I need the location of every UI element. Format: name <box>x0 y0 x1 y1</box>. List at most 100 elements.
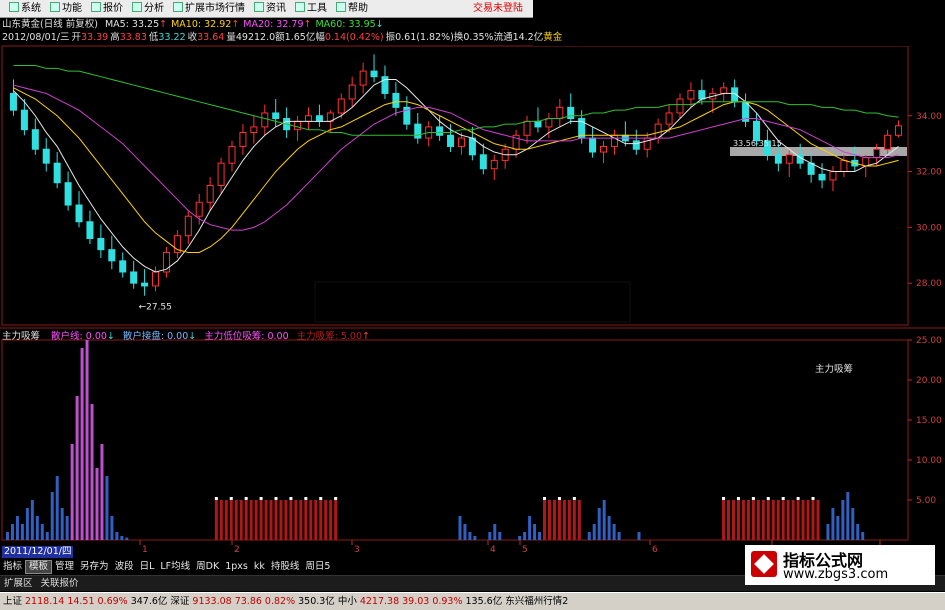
trade-status[interactable]: 交易未登陆 <box>473 0 523 17</box>
tab-0[interactable]: 扩展区 <box>0 576 37 591</box>
ind-y-tick-label: 25.00 <box>916 336 942 346</box>
stock-title: 山东黄金(日线 前复权) <box>2 19 98 30</box>
indicator-dot <box>259 497 263 500</box>
indicator-dot <box>781 497 785 500</box>
candle-body <box>698 90 706 100</box>
menu-item-4[interactable]: 扩展市场行情 <box>164 0 245 17</box>
indicator-bar <box>70 444 74 540</box>
menu-item-3[interactable]: 分析 <box>123 0 164 17</box>
indicator-bar <box>468 532 472 540</box>
quote-field: 振 <box>385 32 396 43</box>
indicator-dot <box>229 497 233 500</box>
indicator-bar <box>493 524 497 540</box>
indicator-param-label: 主力低位吸筹: 0.00 <box>204 331 289 342</box>
indicator-bar <box>498 532 502 540</box>
menu-item-2[interactable]: 报价 <box>82 0 123 17</box>
menu-item-0[interactable]: 系统 <box>0 0 41 17</box>
toolbar-button-4[interactable]: 波段 <box>112 560 137 574</box>
indicator-bar <box>791 500 795 540</box>
indicator-bar <box>771 500 775 540</box>
indicator-bar <box>518 536 522 540</box>
indicator-bar <box>766 500 770 540</box>
candle-body <box>392 92 400 108</box>
menu-icon <box>50 2 60 12</box>
quote-field: 0.35% <box>463 32 494 43</box>
status-field: 深证 <box>170 596 190 607</box>
menu-item-1[interactable]: 功能 <box>41 0 82 17</box>
toolbar-button-6[interactable]: LF均线 <box>157 560 193 574</box>
toolbar-button-7[interactable]: 周DK <box>193 560 222 574</box>
indicator-param: 主力低位吸筹: 0.00 <box>204 331 288 342</box>
candle-body <box>184 215 192 237</box>
menu-icon <box>295 2 305 12</box>
range-highlight <box>730 147 907 156</box>
toolbar-button-10[interactable]: 持股线 <box>268 560 303 574</box>
candle-body <box>9 92 17 111</box>
y-tick-label: 28.00 <box>916 279 942 289</box>
indicator-bar <box>786 500 790 540</box>
candle-body <box>217 162 225 186</box>
candle-body <box>370 70 378 78</box>
indicator-bar <box>776 500 780 540</box>
indicator-bar <box>756 500 760 540</box>
menu-item-label: 报价 <box>103 3 123 14</box>
indicator-bar <box>572 500 576 540</box>
indicator-bar <box>607 516 611 540</box>
indicator-dot <box>304 497 308 500</box>
indicator-dot <box>766 497 770 500</box>
quote-field: 幅 <box>315 32 325 43</box>
indicator-bar <box>100 444 104 540</box>
watermark-logo-icon <box>751 551 777 577</box>
quote-field: 0.14(0.42%) <box>324 32 384 43</box>
menu-item-6[interactable]: 工具 <box>286 0 327 17</box>
indicator-bar <box>722 500 726 540</box>
masked-area <box>314 281 631 323</box>
menu-item-5[interactable]: 资讯 <box>245 0 286 17</box>
indicator-bar <box>6 532 9 540</box>
indicator-bar <box>125 537 129 540</box>
tab-1[interactable]: 关联报价 <box>37 576 83 591</box>
status-field: 上证 <box>3 596 23 607</box>
toolbar-button-5[interactable]: 日L <box>137 560 158 574</box>
indicator-bar <box>806 500 810 540</box>
indicator-dot <box>572 497 576 500</box>
y-tick-label: 34.00 <box>916 112 942 122</box>
menu-item-label: 系统 <box>21 3 41 14</box>
indicator-param-arrow: ↑ <box>361 331 370 342</box>
indicator-name[interactable]: 主力吸筹 <box>2 331 40 342</box>
toolbar-button-11[interactable]: 周日5 <box>302 560 333 574</box>
toolbar-button-0[interactable]: 指标 <box>0 560 25 574</box>
candle-body <box>414 123 422 139</box>
candle-body <box>862 157 870 167</box>
candle-body <box>873 148 881 159</box>
ma-legend-item: MA60: 33.95↓ <box>315 19 383 30</box>
toolbar-button-8[interactable]: 1pxs <box>222 560 251 574</box>
candle-body <box>315 115 323 122</box>
indicator-bar <box>523 532 527 540</box>
menu-item-label: 功能 <box>62 3 82 14</box>
toolbar-button-9[interactable]: kk <box>251 560 268 574</box>
indicator-bar <box>279 500 283 540</box>
toolbar-button-3[interactable]: 另存为 <box>77 560 112 574</box>
toolbar-button-2[interactable]: 管理 <box>52 560 77 574</box>
candle-body <box>119 260 127 273</box>
menu-item-7[interactable]: 帮助 <box>327 0 368 17</box>
indicator-bar <box>35 516 39 540</box>
candle-body <box>720 87 728 94</box>
indicator-bar <box>602 500 606 540</box>
range-marker: 33.56-35.15 <box>733 139 782 148</box>
indicator-bar <box>851 508 855 540</box>
candle-body <box>752 120 760 142</box>
status-field: 0.82% <box>264 596 296 607</box>
indicator-legend-label: 主力吸筹 <box>815 364 854 375</box>
candle-body <box>436 126 444 136</box>
candle-body <box>195 201 203 217</box>
toolbar-button-1[interactable]: 模板 <box>25 560 53 574</box>
indicator-bar <box>458 516 462 540</box>
y-tick-label: 30.00 <box>916 223 942 233</box>
menu-item-label: 资讯 <box>266 3 286 14</box>
indicator-bar <box>319 500 323 540</box>
indicator-dot <box>543 497 547 500</box>
chart-canvas[interactable]: 28.00 30.00 32.00 34.00 ←27.55 33.56-35.15 1 2 3… <box>0 0 945 609</box>
indicator-param-label: 散户接盘: 0.00 <box>122 331 189 342</box>
